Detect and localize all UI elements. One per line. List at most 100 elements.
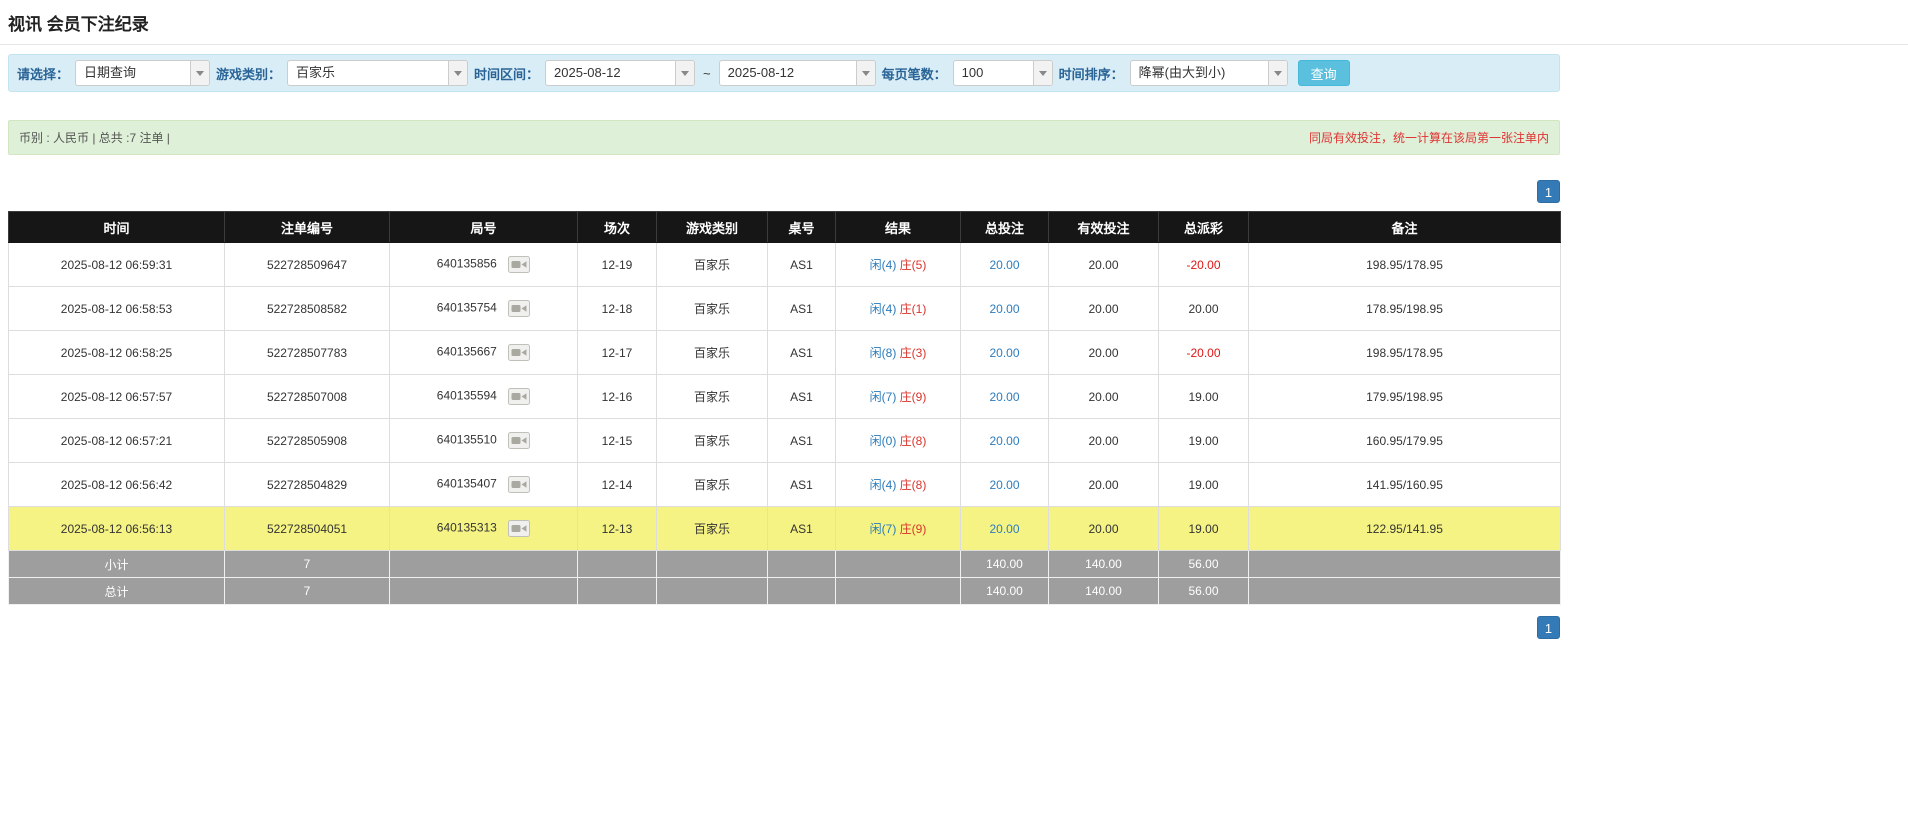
cell-session: 12-17 xyxy=(578,331,657,375)
chevron-down-icon[interactable] xyxy=(190,61,209,85)
cell-remark: 122.95/141.95 xyxy=(1249,507,1561,551)
grand-total-row: 总计 7 140.00 140.00 56.00 xyxy=(9,578,1561,605)
chevron-down-icon[interactable] xyxy=(675,61,694,85)
cell-remark: 198.95/178.95 xyxy=(1249,331,1561,375)
summary-bar: 币别 : 人民币 | 总共 :7 注单 | 同局有效投注，统一计算在该局第一张注… xyxy=(8,120,1560,155)
subtotal-total-bet: 140.00 xyxy=(961,551,1049,578)
sort-value: 降幂(由大到小) xyxy=(1131,61,1268,85)
time-range-label: 时间区间： xyxy=(474,64,539,83)
cell-session: 12-15 xyxy=(578,419,657,463)
video-replay-icon[interactable] xyxy=(508,344,530,361)
pagination-top: 1 xyxy=(8,180,1560,203)
round-id-text: 640135407 xyxy=(437,477,497,491)
cell-time: 2025-08-12 06:57:21 xyxy=(9,419,225,463)
date-from-dropdown[interactable]: 2025-08-12 xyxy=(545,60,695,86)
video-replay-icon[interactable] xyxy=(508,256,530,273)
total-count: 7 xyxy=(225,578,390,605)
total-bet-link[interactable]: 20.00 xyxy=(989,478,1019,492)
chevron-down-icon[interactable] xyxy=(856,61,875,85)
chevron-down-icon[interactable] xyxy=(448,61,467,85)
date-to-value: 2025-08-12 xyxy=(720,61,856,85)
page-header: 视讯 会员下注纪录 xyxy=(0,0,1908,45)
cell-payout: 19.00 xyxy=(1159,507,1249,551)
cell-table-no: AS1 xyxy=(768,375,836,419)
total-bet-link[interactable]: 20.00 xyxy=(989,346,1019,360)
cell-time: 2025-08-12 06:57:57 xyxy=(9,375,225,419)
total-bet-link[interactable]: 20.00 xyxy=(989,434,1019,448)
chevron-down-icon[interactable] xyxy=(1268,61,1287,85)
subtotal-row: 小计 7 140.00 140.00 56.00 xyxy=(9,551,1561,578)
cell-valid-bet: 20.00 xyxy=(1049,463,1159,507)
result-player: 闲(4) xyxy=(870,478,897,492)
video-replay-icon[interactable] xyxy=(508,300,530,317)
cell-payout: 19.00 xyxy=(1159,419,1249,463)
summary-currency-count: 币别 : 人民币 | 总共 :7 注单 | xyxy=(19,129,170,146)
video-replay-icon[interactable] xyxy=(508,476,530,493)
page-size-dropdown[interactable]: 100 xyxy=(953,60,1053,86)
cell-result: 闲(4) 庄(1) xyxy=(836,287,961,331)
total-valid-bet: 140.00 xyxy=(1049,578,1159,605)
total-bet-link[interactable]: 20.00 xyxy=(989,258,1019,272)
pagination-bottom: 1 xyxy=(8,616,1560,639)
table-row: 2025-08-12 06:59:31 522728509647 6401358… xyxy=(9,243,1561,287)
cell-round-id: 640135510 xyxy=(390,419,578,463)
total-bet-link[interactable]: 20.00 xyxy=(989,302,1019,316)
total-payout: 56.00 xyxy=(1159,578,1249,605)
result-banker: 庄(3) xyxy=(900,346,927,360)
sort-dropdown[interactable]: 降幂(由大到小) xyxy=(1130,60,1288,86)
header-table-no: 桌号 xyxy=(768,212,836,243)
page-button[interactable]: 1 xyxy=(1537,180,1560,203)
cell-total-bet: 20.00 xyxy=(961,507,1049,551)
cell-game-type: 百家乐 xyxy=(657,331,768,375)
page-size-value: 100 xyxy=(954,61,1033,85)
chevron-down-icon[interactable] xyxy=(1033,61,1052,85)
cell-game-type: 百家乐 xyxy=(657,287,768,331)
cell-valid-bet: 20.00 xyxy=(1049,331,1159,375)
cell-round-id: 640135667 xyxy=(390,331,578,375)
cell-table-no: AS1 xyxy=(768,331,836,375)
page-button[interactable]: 1 xyxy=(1537,616,1560,639)
result-player: 闲(7) xyxy=(870,522,897,536)
table-row: 2025-08-12 06:58:25 522728507783 6401356… xyxy=(9,331,1561,375)
cell-valid-bet: 20.00 xyxy=(1049,375,1159,419)
cell-time: 2025-08-12 06:56:13 xyxy=(9,507,225,551)
total-bet-link[interactable]: 20.00 xyxy=(989,390,1019,404)
cell-bet-id: 522728508582 xyxy=(225,287,390,331)
date-to-dropdown[interactable]: 2025-08-12 xyxy=(719,60,876,86)
cell-session: 12-13 xyxy=(578,507,657,551)
result-player: 闲(4) xyxy=(870,302,897,316)
cell-result: 闲(0) 庄(8) xyxy=(836,419,961,463)
cell-remark: 198.95/178.95 xyxy=(1249,243,1561,287)
cell-result: 闲(4) 庄(8) xyxy=(836,463,961,507)
cell-round-id: 640135754 xyxy=(390,287,578,331)
total-bet-link[interactable]: 20.00 xyxy=(989,522,1019,536)
game-type-dropdown[interactable]: 百家乐 xyxy=(287,60,468,86)
cell-round-id: 640135313 xyxy=(390,507,578,551)
search-button[interactable]: 查询 xyxy=(1298,60,1350,86)
cell-bet-id: 522728504051 xyxy=(225,507,390,551)
query-type-dropdown[interactable]: 日期查询 xyxy=(75,60,210,86)
main-content: 请选择： 日期查询 游戏类别： 百家乐 时间区间： 2025-08-12 ~ 2… xyxy=(8,54,1560,639)
video-replay-icon[interactable] xyxy=(508,520,530,537)
round-id-text: 640135667 xyxy=(437,345,497,359)
total-total-bet: 140.00 xyxy=(961,578,1049,605)
header-round-id: 局号 xyxy=(390,212,578,243)
header-remark: 备注 xyxy=(1249,212,1561,243)
subtotal-payout: 56.00 xyxy=(1159,551,1249,578)
game-type-label: 游戏类别： xyxy=(216,64,281,83)
cell-round-id: 640135856 xyxy=(390,243,578,287)
table-row: 2025-08-12 06:57:21 522728505908 6401355… xyxy=(9,419,1561,463)
video-replay-icon[interactable] xyxy=(508,432,530,449)
table-row: 2025-08-12 06:56:42 522728504829 6401354… xyxy=(9,463,1561,507)
cell-time: 2025-08-12 06:59:31 xyxy=(9,243,225,287)
result-banker: 庄(1) xyxy=(900,302,927,316)
cell-remark: 141.95/160.95 xyxy=(1249,463,1561,507)
cell-game-type: 百家乐 xyxy=(657,463,768,507)
cell-game-type: 百家乐 xyxy=(657,243,768,287)
header-session: 场次 xyxy=(578,212,657,243)
round-id-text: 640135510 xyxy=(437,433,497,447)
cell-valid-bet: 20.00 xyxy=(1049,507,1159,551)
result-player: 闲(0) xyxy=(870,434,897,448)
cell-remark: 179.95/198.95 xyxy=(1249,375,1561,419)
video-replay-icon[interactable] xyxy=(508,388,530,405)
